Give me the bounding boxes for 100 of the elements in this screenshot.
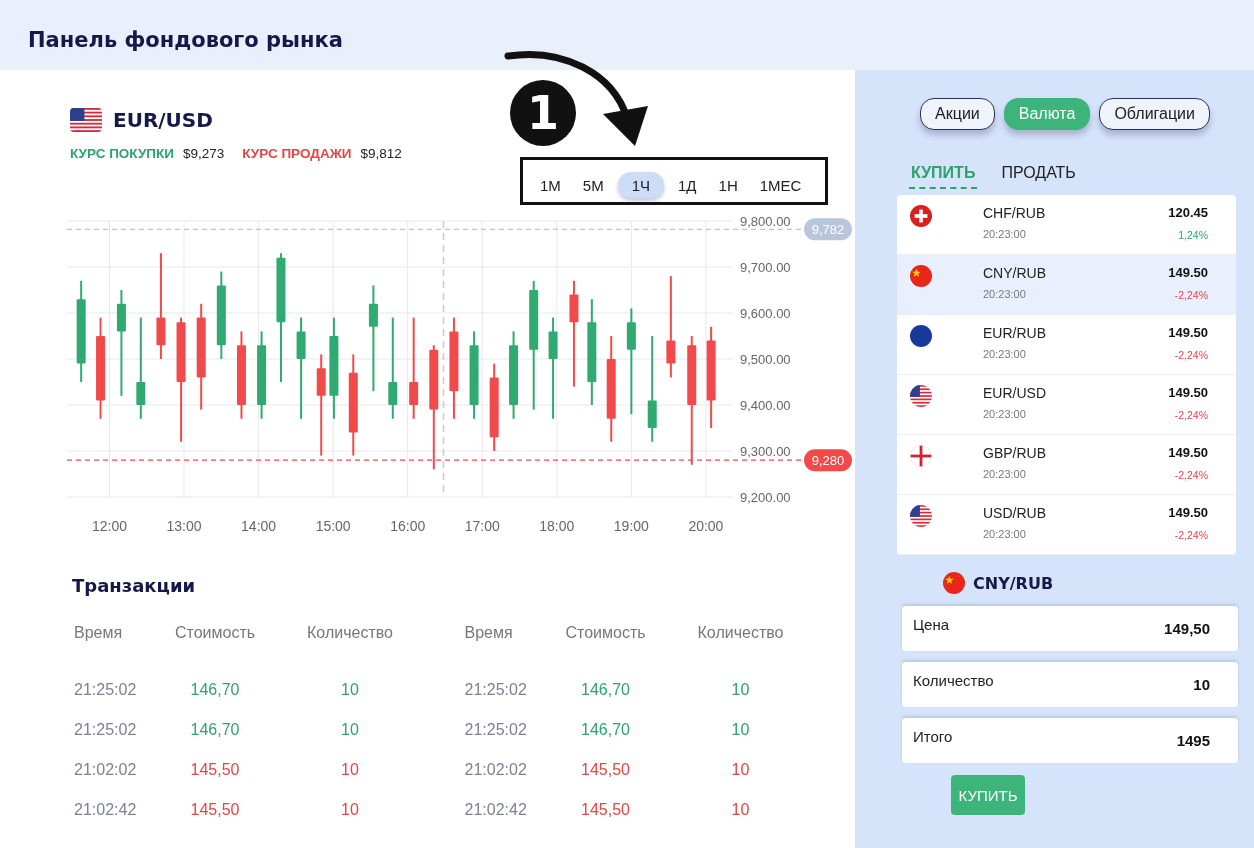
- pair-name: CHF/RUB: [983, 205, 1047, 221]
- axis-label: 9,500.00: [740, 352, 791, 367]
- timeframe-tab[interactable]: 1Д: [670, 172, 705, 198]
- category-tab[interactable]: Акции: [920, 98, 995, 130]
- column-header: Количество: [697, 624, 784, 642]
- quote-time: 20:23:00: [983, 408, 1027, 420]
- order-pair: CNY/RUB: [973, 573, 1054, 593]
- timeframe-tab[interactable]: 1М: [532, 172, 569, 198]
- order-field[interactable]: Итого 1495: [902, 718, 1238, 763]
- timeframe-tab[interactable]: 1Ч: [617, 172, 665, 198]
- category-tab[interactable]: Облигации: [1099, 98, 1210, 130]
- table-cell: 21:02:02: [74, 761, 137, 779]
- quote-price: 149.50: [1168, 505, 1208, 520]
- table-cell: 10: [731, 681, 750, 699]
- table-cell: 146,70: [190, 681, 240, 699]
- column-header: Стоимость: [174, 624, 256, 642]
- flag-icon: [70, 108, 102, 132]
- quote-row[interactable]: GBP/RUB 20:23:00 149.50 -2,24%: [897, 435, 1236, 495]
- pair-name: GBP/RUB: [983, 445, 1047, 461]
- field-value: 149,50: [1164, 620, 1210, 639]
- flag-icon: [910, 325, 932, 347]
- trade-tab[interactable]: ПРОДАТЬ: [999, 164, 1078, 189]
- sell-rate-value: $9,812: [360, 146, 402, 161]
- axis-label: 17:00: [464, 518, 500, 534]
- quote-price: 149.50: [1168, 385, 1208, 400]
- pair-name: USD/RUB: [983, 505, 1047, 521]
- price-change: -2,24%: [1173, 409, 1208, 421]
- axis-label: 16:00: [390, 518, 426, 534]
- quote-price: 149.50: [1168, 265, 1208, 280]
- table-cell: 10: [731, 761, 750, 779]
- table-cell: 10: [731, 801, 750, 819]
- timeframe-tab[interactable]: 1Н: [710, 172, 746, 198]
- flag-icon: [910, 205, 932, 227]
- quote-time: 20:23:00: [983, 348, 1027, 360]
- order-field[interactable]: Цена 149,50: [902, 606, 1238, 651]
- quote-price: 149.50: [1168, 325, 1208, 340]
- timeframe-tab[interactable]: 5М: [574, 172, 612, 198]
- quote-time: 20:23:00: [983, 468, 1027, 480]
- quote-row[interactable]: EUR/USD 20:23:00 149.50 -2,24%: [897, 375, 1236, 435]
- instrument-name: EUR/USD: [113, 108, 213, 132]
- axis-label: 12:00: [91, 518, 127, 534]
- quote-time: 20:23:00: [983, 288, 1027, 300]
- ref-line-label: 9,782: [811, 221, 845, 237]
- pair-name: CNY/RUB: [983, 265, 1047, 281]
- column-header: Время: [74, 624, 123, 642]
- axis-label: 18:00: [539, 518, 575, 534]
- price-badge: 9,280: [804, 449, 852, 472]
- price-change: 1,24%: [1177, 229, 1208, 241]
- section-title: Транзакции: [72, 575, 196, 596]
- axis-label: 9,600.00: [740, 306, 791, 321]
- field-label: Цена: [913, 616, 950, 635]
- flag-icon: [943, 572, 965, 594]
- axis-label: 14:00: [241, 518, 277, 534]
- table-cell: 146,70: [190, 721, 240, 739]
- quote-price: 120.45: [1168, 205, 1208, 220]
- column-header: Стоимость: [565, 624, 646, 642]
- column-header: Время: [464, 624, 513, 642]
- field-value: 10: [1193, 676, 1210, 695]
- flag-icon: [910, 505, 932, 527]
- axis-label: 20:00: [688, 518, 724, 534]
- pair-name: EUR/USD: [983, 385, 1047, 401]
- axis-label: 13:00: [166, 518, 202, 534]
- quote-row[interactable]: CNY/RUB 20:23:00 149.50 -2,24%: [897, 255, 1236, 315]
- table-cell: 10: [341, 681, 359, 699]
- table-cell: 21:02:42: [74, 801, 137, 819]
- axis-label: 9,300.00: [740, 444, 791, 459]
- field-label: Количество: [913, 672, 994, 691]
- buy-rate-label: КУРС ПОКУПКИ: [70, 146, 174, 161]
- axis-label: 9,800.00: [740, 214, 791, 229]
- flag-icon: [910, 265, 932, 287]
- table-cell: 21:25:02: [464, 681, 527, 699]
- table-cell: 145,50: [190, 801, 240, 819]
- table-cell: 145,50: [190, 761, 240, 779]
- table-cell: 146,70: [581, 681, 630, 699]
- price-change: -2,24%: [1173, 529, 1208, 541]
- table-cell: 10: [341, 721, 359, 739]
- order-field[interactable]: Количество 10: [902, 662, 1238, 707]
- quote-row[interactable]: USD/RUB 20:23:00 149.50 -2,24%: [897, 495, 1236, 555]
- buy-rate-value: $9,273: [182, 146, 225, 161]
- sell-rate-label: КУРС ПРОДАЖИ: [242, 146, 352, 161]
- axis-label: 9,200.00: [740, 490, 791, 505]
- field-label: Итого: [913, 728, 953, 747]
- price-change: -2,24%: [1173, 469, 1208, 481]
- quote-time: 20:23:00: [983, 228, 1027, 240]
- quote-row[interactable]: EUR/RUB 20:23:00 149.50 -2,24%: [897, 315, 1236, 375]
- step-number: 1: [510, 80, 576, 146]
- table-cell: 10: [341, 761, 359, 779]
- table-cell: 21:25:02: [74, 721, 137, 739]
- axis-label: 9,400.00: [740, 398, 791, 413]
- axis-label: 9,700.00: [740, 260, 791, 275]
- price-badge: 9,782: [804, 218, 852, 241]
- table-cell: 21:25:02: [464, 721, 527, 739]
- table-cell: 146,70: [581, 721, 630, 739]
- price-change: -2,24%: [1173, 289, 1208, 301]
- axis-label: 19:00: [613, 518, 649, 534]
- column-header: Количество: [307, 624, 393, 642]
- timeframe-tab[interactable]: 1МЕС: [751, 172, 810, 198]
- pair-name: EUR/RUB: [983, 325, 1047, 341]
- table-cell: 145,50: [581, 761, 630, 779]
- flag-icon: [910, 385, 932, 407]
